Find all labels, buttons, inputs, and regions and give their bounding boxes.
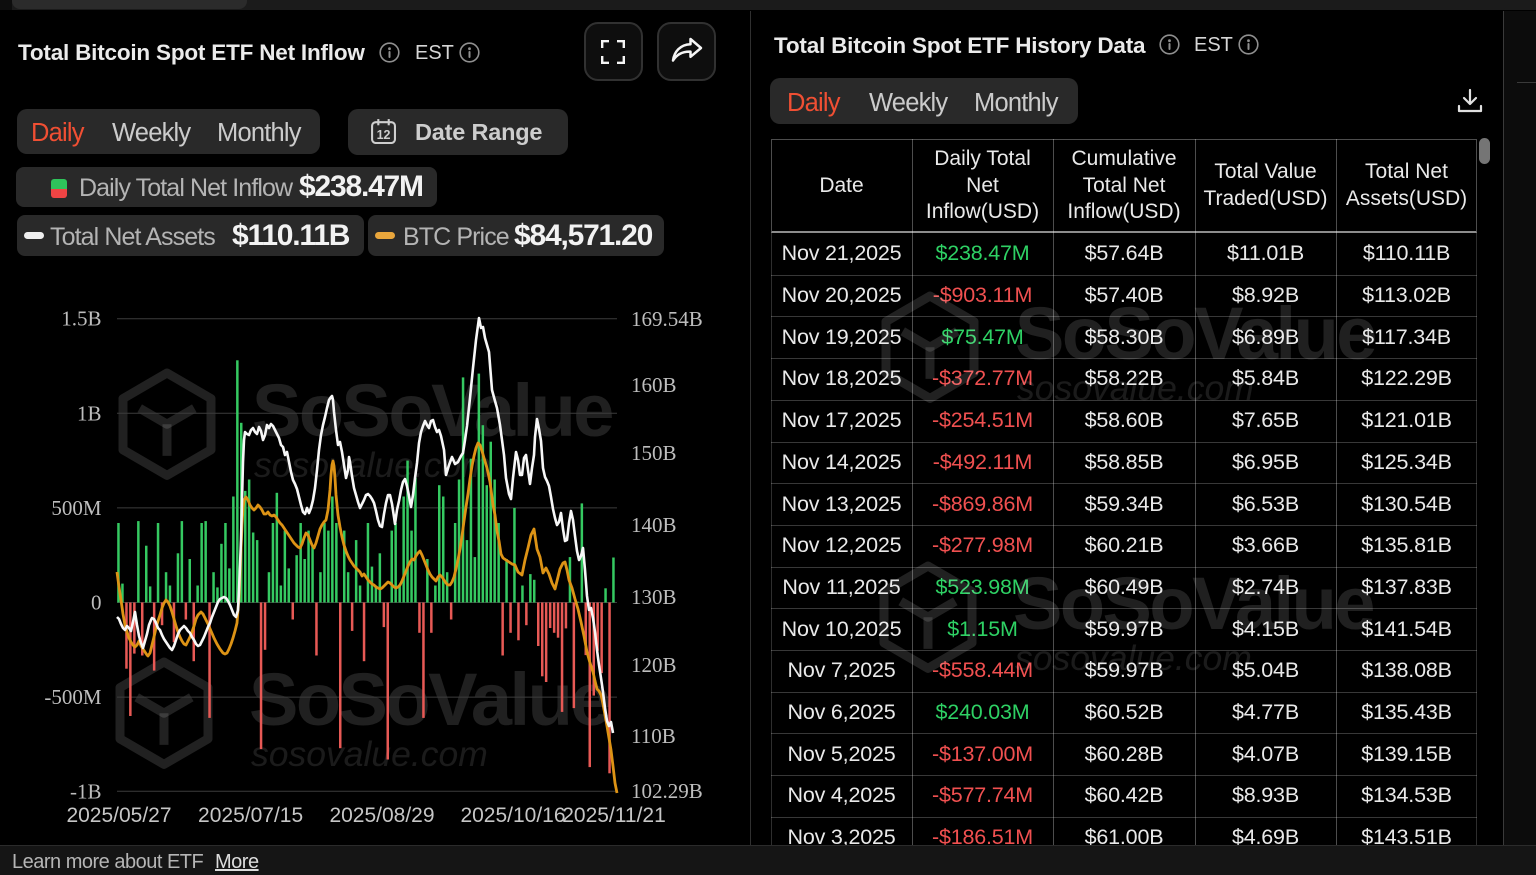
svg-text:2025/08/29: 2025/08/29 <box>329 804 434 827</box>
svg-text:2025/07/15: 2025/07/15 <box>198 804 303 827</box>
svg-text:SoSoValue: SoSoValue <box>249 658 609 741</box>
svg-text:2025/11/21: 2025/11/21 <box>562 804 666 827</box>
svg-text:500M: 500M <box>51 496 102 520</box>
svg-text:160B: 160B <box>631 373 677 397</box>
svg-text:2025/10/16: 2025/10/16 <box>460 804 565 827</box>
svg-text:169.54B: 169.54B <box>631 307 703 331</box>
svg-text:12: 12 <box>377 128 391 142</box>
svg-text:0: 0 <box>91 591 102 615</box>
svg-text:2025/05/27: 2025/05/27 <box>66 804 171 827</box>
svg-text:110B: 110B <box>631 724 676 748</box>
svg-text:130B: 130B <box>631 585 677 609</box>
svg-text:sosovalue.com: sosovalue.com <box>251 734 488 774</box>
svg-text:1.5B: 1.5B <box>61 307 101 331</box>
svg-text:-500M: -500M <box>44 685 101 709</box>
svg-text:1B: 1B <box>77 401 102 425</box>
svg-text:102.29B: 102.29B <box>631 779 703 803</box>
svg-text:SoSoValue: SoSoValue <box>252 369 612 452</box>
svg-text:140B: 140B <box>631 513 677 537</box>
svg-text:150B: 150B <box>631 441 677 465</box>
svg-text:120B: 120B <box>631 653 677 677</box>
svg-text:-1B: -1B <box>70 779 102 803</box>
